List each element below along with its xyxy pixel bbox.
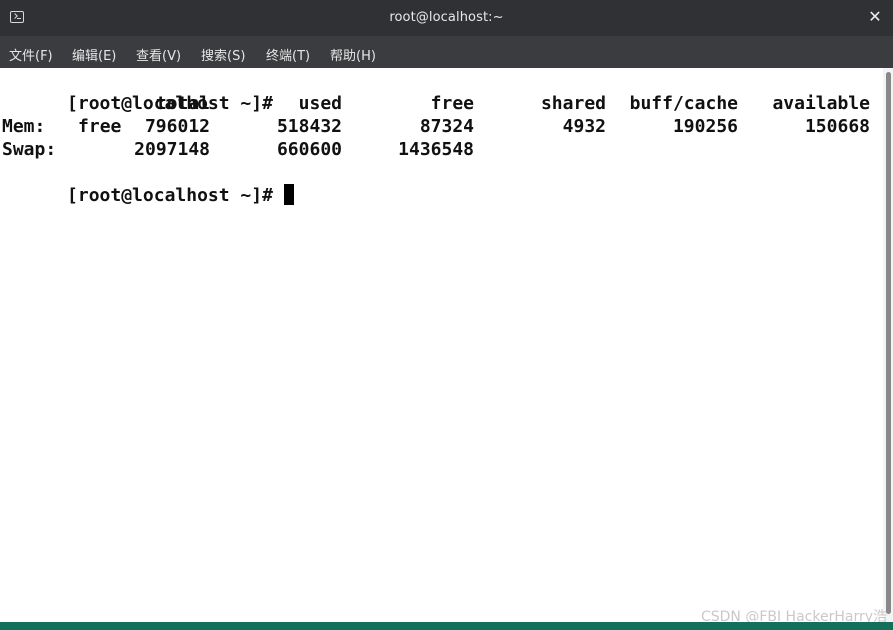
menu-search[interactable]: 搜索(S) [201, 45, 245, 64]
header-used: used [298, 93, 342, 114]
menu-bar: 文件(F) 编辑(E) 查看(V) 搜索(S) 终端(T) 帮助(H) [0, 36, 893, 68]
header-total: total [155, 93, 210, 114]
shell-prompt: [root@localhost ~]# [67, 185, 273, 206]
row-label: Mem: [2, 116, 46, 137]
terminal-window: root@localhost:~ ✕ 文件(F) 编辑(E) 查看(V) 搜索(… [0, 0, 893, 630]
scrollbar-thumb[interactable] [886, 72, 891, 614]
mem-total: 796012 [144, 116, 210, 137]
close-icon[interactable]: ✕ [866, 8, 884, 26]
title-bar[interactable]: root@localhost:~ ✕ [0, 0, 893, 36]
terminal-output[interactable]: [root@localhost ~]# free total used free… [0, 68, 883, 622]
mem-free: 87324 [419, 116, 474, 137]
header-shared: shared [540, 93, 606, 114]
mem-used: 518432 [276, 116, 342, 137]
menu-view[interactable]: 查看(V) [136, 45, 181, 64]
vertical-scrollbar[interactable] [883, 68, 893, 622]
text-cursor [283, 184, 294, 205]
header-row: total used free shared buff/cache availa… [2, 92, 872, 115]
header-free: free [430, 93, 474, 114]
menu-help[interactable]: 帮助(H) [330, 45, 376, 64]
menu-terminal[interactable]: 终端(T) [266, 45, 310, 64]
header-buff-cache: buff/cache [629, 93, 738, 114]
menu-edit[interactable]: 编辑(E) [72, 45, 116, 64]
command-line: [root@localhost ~]# free [2, 69, 872, 137]
bottom-border [0, 622, 893, 630]
swap-total: 2097148 [134, 139, 210, 160]
table-row: Swap: 2097148 660600 1436548 [2, 138, 872, 161]
mem-buff-cache: 190256 [672, 116, 738, 137]
swap-free: 1436548 [398, 139, 474, 160]
window-title: root@localhost:~ [389, 10, 504, 25]
mem-available: 150668 [804, 116, 870, 137]
mem-shared: 4932 [562, 116, 606, 137]
swap-used: 660600 [276, 139, 342, 160]
header-available: available [772, 93, 870, 114]
prompt-line: [root@localhost ~]# [2, 161, 872, 206]
menu-file[interactable]: 文件(F) [9, 45, 53, 64]
table-row: Mem: 796012 518432 87324 4932 190256 150… [2, 115, 872, 138]
row-label: Swap: [2, 139, 57, 160]
